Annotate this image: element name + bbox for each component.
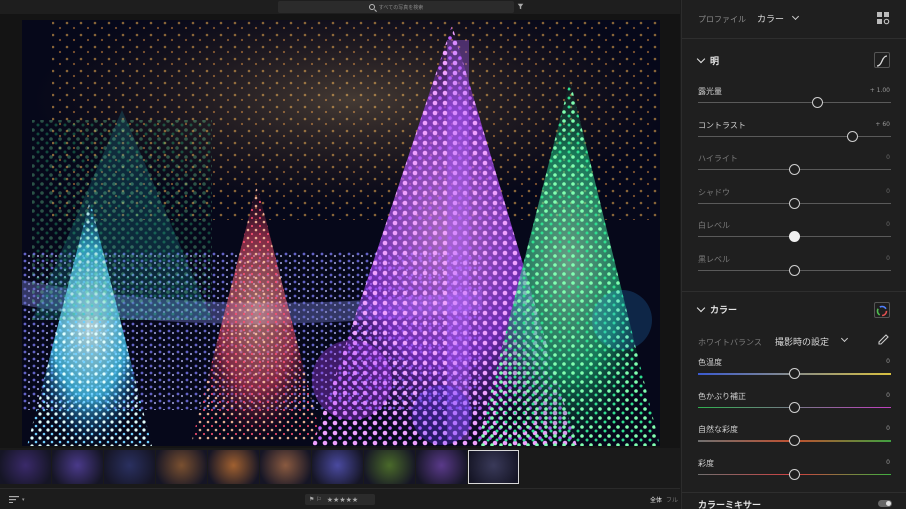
filmstrip-thumbnail[interactable] <box>364 450 415 484</box>
filmstrip-thumbnail[interactable] <box>260 450 311 484</box>
search-icon <box>368 4 375 10</box>
slider-handle[interactable] <box>789 231 800 242</box>
filmstrip-thumbnail[interactable] <box>52 450 103 484</box>
photo-viewer <box>0 14 680 448</box>
slider-value[interactable]: 0 <box>886 459 890 466</box>
slider-track[interactable] <box>698 135 891 137</box>
view-fit-button[interactable]: 全体 <box>650 495 662 504</box>
filmstrip-thumbnail[interactable] <box>0 450 51 484</box>
slider-value[interactable]: 0 <box>886 188 890 195</box>
chevron-down-icon[interactable] <box>696 303 706 313</box>
filmstrip-thumbnail[interactable] <box>104 450 155 484</box>
filmstrip-thumbnail[interactable] <box>156 450 207 484</box>
profile-browser-icon[interactable] <box>875 10 891 26</box>
flag-reject-icon[interactable]: ⚐ <box>316 496 321 503</box>
divider <box>682 38 906 39</box>
divider <box>682 492 906 493</box>
slider-value[interactable]: + 60 <box>875 121 890 128</box>
profile-label: プロファイル <box>698 15 746 24</box>
light-section-header[interactable]: 明 <box>696 54 720 67</box>
slider-value[interactable]: 0 <box>886 255 890 262</box>
main-photo[interactable] <box>22 20 660 446</box>
slider-value[interactable]: 0 <box>886 425 890 432</box>
color-mixer-title[interactable]: カラーミキサー <box>698 498 761 509</box>
slider-label: 色温度 <box>698 358 722 367</box>
eyedropper-icon[interactable] <box>877 334 889 346</box>
filmstrip <box>0 448 680 488</box>
toggle-icon[interactable] <box>878 500 892 507</box>
view-full-button[interactable]: フル <box>666 495 678 504</box>
light-section-title: 明 <box>710 57 720 67</box>
rating-bar[interactable]: ⚑ ⚐ ★★★★★ <box>305 494 375 505</box>
chevron-down-icon[interactable] <box>840 334 849 343</box>
sort-caret-icon[interactable]: ▾ <box>22 497 25 503</box>
toggle-knob <box>886 501 891 506</box>
slider-label: 黒レベル <box>698 254 730 264</box>
chevron-down-icon[interactable] <box>791 12 800 21</box>
slider-label: 色かぶり補正 <box>698 391 746 401</box>
slider-label: 自然な彩度 <box>698 425 738 434</box>
slider-label: ハイライト <box>698 154 738 163</box>
filmstrip-thumbnail[interactable] <box>468 450 519 484</box>
slider-value[interactable]: 0 <box>886 392 890 399</box>
slider-handle[interactable] <box>846 130 858 142</box>
slider-handle[interactable] <box>789 468 800 480</box>
edit-panel: プロファイル カラー 明 露光量 + 1.00 コントラスト + 60 ハイライト 0 シャ… <box>681 0 906 509</box>
tone-curve-icon[interactable] <box>874 52 890 68</box>
slider-label: 露光量 <box>698 87 722 96</box>
sort-menu-icon[interactable] <box>9 496 19 503</box>
slider-handle[interactable] <box>812 97 824 108</box>
slider-handle[interactable] <box>789 197 800 209</box>
slider-value[interactable]: + 1.00 <box>870 87 890 94</box>
filmstrip-thumbnail[interactable] <box>416 450 467 484</box>
star-rating[interactable]: ★★★★★ <box>327 496 358 504</box>
white-balance-label: ホワイトバランス <box>698 338 762 347</box>
bottom-bar: ▾ ⚑ ⚐ ★★★★★ 全体 フル <box>0 488 680 509</box>
slider-label: 彩度 <box>698 458 714 468</box>
slider-label: 白レベル <box>698 221 730 230</box>
top-bar: すべての写真を検索 <box>0 0 680 14</box>
color-section-header[interactable]: カラー <box>696 303 738 316</box>
slider-track[interactable] <box>698 102 891 103</box>
slider-value[interactable]: 0 <box>886 358 890 365</box>
filmstrip-thumbnail[interactable] <box>312 450 363 484</box>
color-section-title: カラー <box>710 306 738 316</box>
profile-dropdown[interactable]: カラー <box>757 12 784 25</box>
slider-label: シャドウ <box>698 187 730 197</box>
divider <box>682 291 906 292</box>
slider-handle[interactable] <box>789 401 800 413</box>
slider-handle[interactable] <box>789 264 800 276</box>
slider-handle[interactable] <box>789 368 800 379</box>
chevron-down-icon[interactable] <box>696 54 706 64</box>
color-wheel-icon[interactable] <box>874 302 890 318</box>
white-balance-dropdown[interactable]: 撮影時の設定 <box>775 335 829 348</box>
slider-value[interactable]: 0 <box>886 154 890 161</box>
slider-handle[interactable] <box>789 164 800 175</box>
search-input[interactable]: すべての写真を検索 <box>278 1 514 13</box>
slider-label: コントラスト <box>698 120 746 130</box>
flag-pick-icon[interactable]: ⚑ <box>309 496 314 503</box>
search-placeholder: すべての写真を検索 <box>378 4 424 11</box>
slider-handle[interactable] <box>789 435 800 446</box>
filter-icon[interactable] <box>517 3 524 10</box>
slider-value[interactable]: 0 <box>886 221 890 228</box>
filmstrip-thumbnail[interactable] <box>208 450 259 484</box>
